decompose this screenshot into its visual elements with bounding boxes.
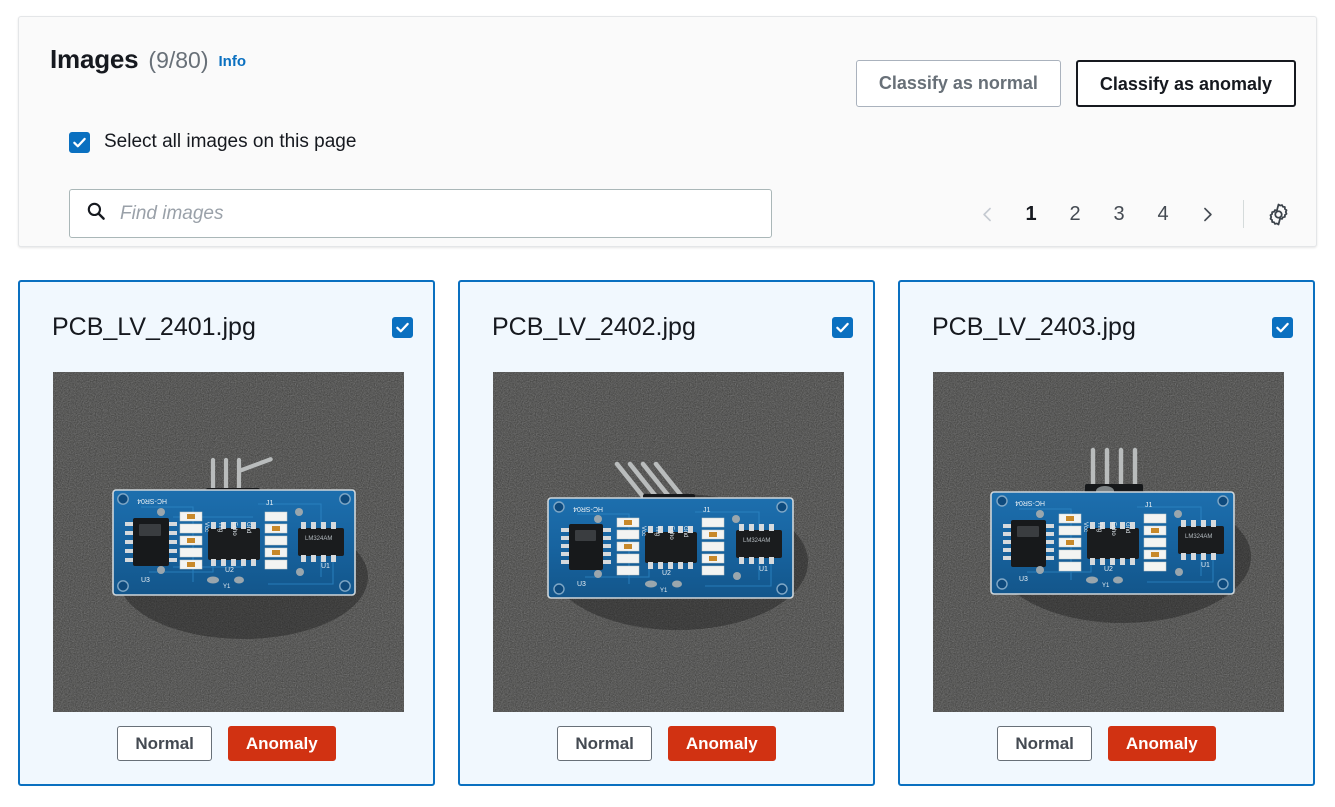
svg-text:Gnd: Gnd [245,522,251,533]
svg-text:Vcc: Vcc [1082,522,1088,532]
svg-text:Y1: Y1 [660,588,668,594]
card-classification-buttons: Normal Anomaly [460,726,873,761]
mark-normal-button[interactable]: Normal [117,726,212,761]
svg-text:Trig: Trig [1096,522,1102,532]
pagination-page-4[interactable]: 4 [1141,193,1185,235]
pagination-divider [1243,200,1244,228]
svg-text:HC-SR04: HC-SR04 [137,497,167,504]
svg-text:HC-SR04: HC-SR04 [573,505,603,512]
classify-as-anomaly-button[interactable]: Classify as anomaly [1075,60,1296,107]
mark-normal-button[interactable]: Normal [997,726,1092,761]
svg-text:U2: U2 [662,570,671,577]
image-filename: PCB_LV_2402.jpg [492,313,696,341]
svg-text:J1: J1 [703,507,711,514]
svg-text:U1: U1 [321,563,330,570]
search-box[interactable] [69,189,772,238]
pagination-page-3[interactable]: 3 [1097,193,1141,235]
svg-text:Vcc: Vcc [640,526,646,536]
select-all-checkbox[interactable] [69,131,90,153]
mark-anomaly-button[interactable]: Anomaly [1107,726,1216,761]
image-thumbnail[interactable]: LM324AM HC-SR04 J1 U3 U2 U1 Y1 Vcc Trig … [53,372,404,712]
images-panel: Images (9/80) Info Classify as normal Cl… [18,16,1317,247]
chevron-left-icon [982,207,991,221]
image-thumbnail[interactable]: LM324AM HC-SR04 J1 U3 U2 U1 Y1 Vcc Trig … [933,372,1284,712]
image-card[interactable]: PCB_LV_2402.jpg LM324AM HC-SR04 J1 U3 U2… [458,280,875,786]
image-card[interactable]: PCB_LV_2403.jpg LM324AM HC-SR04 J1 U3 U2… [898,280,1315,786]
search-input[interactable] [118,201,755,226]
page-title: Images [50,44,139,74]
image-card-grid: PCB_LV_2401.jpg LM324AM HC-SR04 J1 U3 U2… [18,280,1315,786]
gear-icon[interactable] [1258,194,1298,234]
mark-normal-button[interactable]: Normal [557,726,652,761]
image-select-checkbox[interactable] [392,317,413,338]
pagination-page-2[interactable]: 2 [1053,193,1097,235]
svg-text:LM324AM: LM324AM [1185,534,1212,540]
svg-text:LM324AM: LM324AM [743,538,770,544]
svg-text:Gnd: Gnd [1124,522,1130,533]
svg-text:U3: U3 [577,581,586,588]
svg-text:Echo: Echo [1110,522,1116,536]
svg-text:Trig: Trig [654,526,660,536]
image-classification-page: Images (9/80) Info Classify as normal Cl… [0,0,1335,807]
svg-text:U3: U3 [141,577,150,584]
image-thumbnail[interactable]: LM324AM HC-SR04 J1 U3 U2 U1 Y1 Vcc Trig … [493,372,844,712]
select-all-label: Select all images on this page [104,131,357,152]
svg-text:Gnd: Gnd [682,526,688,537]
info-link[interactable]: Info [219,53,247,70]
svg-text:Y1: Y1 [1102,583,1110,589]
search-icon [86,201,106,226]
svg-text:Y1: Y1 [223,584,231,590]
card-header: PCB_LV_2401.jpg [52,313,413,342]
svg-text:U2: U2 [225,567,234,574]
chevron-right-icon [1203,207,1212,221]
image-filename: PCB_LV_2403.jpg [932,313,1136,341]
svg-text:Vcc: Vcc [203,522,209,532]
image-card[interactable]: PCB_LV_2401.jpg LM324AM HC-SR04 J1 U3 U2… [18,280,435,786]
svg-text:Echo: Echo [668,526,674,540]
svg-text:U1: U1 [1201,562,1210,569]
svg-text:Trig: Trig [217,522,223,532]
card-classification-buttons: Normal Anomaly [20,726,433,761]
panel-header: Images (9/80) Info [50,44,246,75]
svg-text:LM324AM: LM324AM [305,536,332,542]
svg-text:HC-SR04: HC-SR04 [1015,499,1045,506]
mark-anomaly-button[interactable]: Anomaly [227,726,336,761]
image-select-checkbox[interactable] [832,317,853,338]
svg-text:U1: U1 [759,566,768,573]
svg-text:Echo: Echo [231,522,237,536]
image-filename: PCB_LV_2401.jpg [52,313,256,341]
pagination-prev-button[interactable] [965,193,1009,235]
classify-actions: Classify as normal Classify as anomaly [855,60,1296,107]
card-header: PCB_LV_2403.jpg [932,313,1293,342]
select-all-row[interactable]: Select all images on this page [69,131,356,153]
svg-text:U2: U2 [1104,566,1113,573]
card-header: PCB_LV_2402.jpg [492,313,853,342]
classify-as-normal-button[interactable]: Classify as normal [855,60,1061,107]
pagination: 1 2 3 4 [965,193,1298,235]
pagination-page-1[interactable]: 1 [1009,193,1053,235]
image-count: (9/80) [148,47,209,73]
mark-anomaly-button[interactable]: Anomaly [667,726,776,761]
image-select-checkbox[interactable] [1272,317,1293,338]
pagination-next-button[interactable] [1185,193,1229,235]
svg-text:J1: J1 [1145,502,1153,509]
svg-text:J1: J1 [266,500,274,507]
card-classification-buttons: Normal Anomaly [900,726,1313,761]
svg-text:U3: U3 [1019,576,1028,583]
